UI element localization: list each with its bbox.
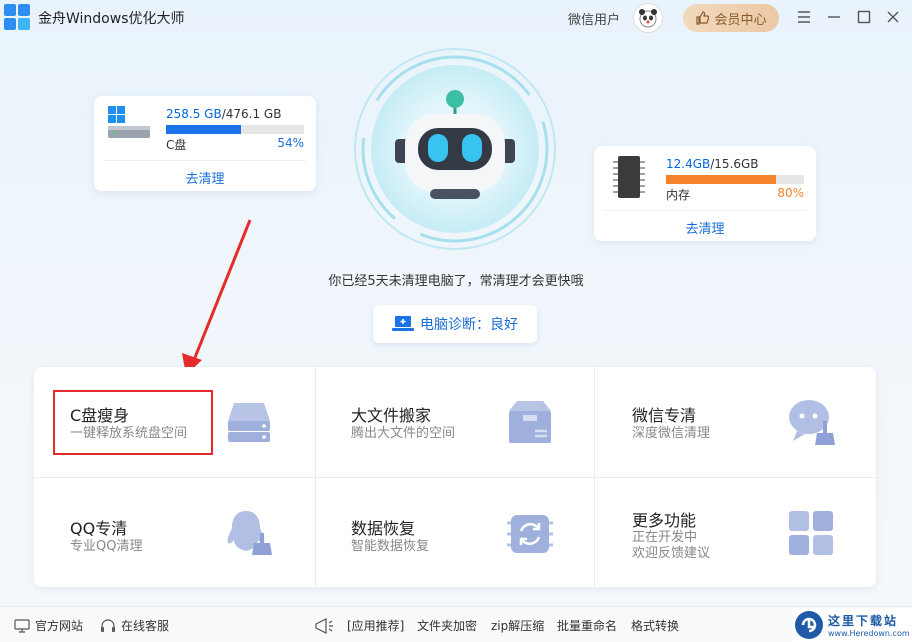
tool-subtitle: 专业QQ清理 bbox=[70, 539, 143, 554]
headset-icon bbox=[101, 618, 115, 632]
robot-mascot bbox=[350, 44, 560, 254]
c-drive-label: C盘 bbox=[166, 138, 187, 152]
tool-data-recovery[interactable]: 数据恢复 智能数据恢复 bbox=[315, 477, 594, 587]
app-recommend-label: [应用推荐] bbox=[347, 619, 405, 633]
memory-progress bbox=[666, 175, 804, 184]
tool-qq-clean[interactable]: QQ专清 专业QQ清理 bbox=[34, 477, 315, 587]
tool-subtitle: 正在开发中 bbox=[632, 530, 698, 545]
c-drive-progress bbox=[166, 125, 304, 134]
monitor-icon bbox=[14, 618, 30, 633]
c-drive-percent: 54% bbox=[277, 136, 304, 150]
watermark-title: 这里下载站 bbox=[828, 614, 899, 628]
tool-subtitle: 深度微信清理 bbox=[632, 426, 711, 441]
arrow-annotation bbox=[182, 219, 252, 375]
tool-subtitle-secondary: 欢迎反馈建议 bbox=[632, 546, 711, 561]
minimize-icon[interactable] bbox=[825, 8, 843, 26]
footer-link-batch-rename[interactable]: 批量重命名 bbox=[557, 617, 617, 634]
divider bbox=[104, 160, 306, 161]
diagnosis-status: 电脑诊断：良好 bbox=[420, 317, 518, 333]
tool-title: 数据恢复 bbox=[351, 519, 416, 538]
box-move-icon bbox=[509, 401, 551, 443]
footer-bar: 官方网站 在线客服 [应用推荐] 文件夹加密 zip解压缩 批量重命名 格式转换 bbox=[0, 606, 912, 642]
memory-label: 内存 bbox=[666, 188, 691, 202]
memory-usage: 12.4GB/15.6GB bbox=[666, 157, 759, 171]
laptop-diagnosis-icon bbox=[392, 316, 414, 331]
megaphone-icon bbox=[315, 617, 333, 634]
data-recovery-icon bbox=[507, 515, 553, 553]
c-drive-clean-button[interactable]: 去清理 bbox=[94, 168, 316, 187]
tool-title: 更多功能 bbox=[632, 511, 697, 530]
tool-title: 大文件搬家 bbox=[351, 406, 432, 425]
memory-progress-fill bbox=[666, 175, 777, 184]
avatar[interactable] bbox=[633, 3, 663, 33]
footer-link-folder-encrypt[interactable]: 文件夹加密 bbox=[417, 617, 477, 634]
footer-link-format-convert[interactable]: 格式转换 bbox=[631, 617, 679, 634]
member-center-button[interactable]: 会员中心 bbox=[683, 4, 779, 32]
grid-apps-icon bbox=[789, 511, 833, 555]
wechat-clean-icon bbox=[789, 400, 835, 445]
clean-reminder: 你已经5天未清理电脑了，常清理才会更快哦 bbox=[328, 274, 584, 289]
app-logo-icon bbox=[4, 4, 30, 30]
official-website-label: 官方网站 bbox=[35, 619, 84, 633]
tool-wechat-clean[interactable]: 微信专清 深度微信清理 bbox=[594, 367, 876, 477]
tool-large-file-move[interactable]: 大文件搬家 腾出大文件的空间 bbox=[315, 367, 594, 477]
close-icon[interactable] bbox=[884, 8, 902, 26]
memory-percent: 80% bbox=[777, 186, 804, 200]
hard-drive-icon bbox=[108, 106, 150, 138]
c-drive-progress-fill bbox=[166, 125, 241, 134]
highlight-box bbox=[53, 390, 213, 455]
app-title: 金舟Windows优化大师 bbox=[38, 11, 185, 27]
app-recommend[interactable]: [应用推荐] bbox=[314, 617, 404, 634]
title-bar: 金舟Windows优化大师 微信用户 会员中心 bbox=[0, 0, 912, 36]
memory-card: 12.4GB/15.6GB 内存 80% 去清理 bbox=[594, 146, 816, 241]
thumbs-up-icon bbox=[696, 11, 710, 25]
user-name[interactable]: 微信用户 bbox=[568, 9, 620, 28]
watermark-url: www.Heredown.com bbox=[828, 629, 910, 638]
maximize-icon[interactable] bbox=[855, 8, 873, 26]
c-drive-card: 258.5 GB/476.1 GB C盘 54% 去清理 bbox=[94, 96, 316, 191]
online-service-label: 在线客服 bbox=[121, 619, 170, 633]
disk-slim-icon bbox=[228, 403, 270, 442]
tool-title: 微信专清 bbox=[632, 406, 697, 425]
tool-more-features[interactable]: 更多功能 正在开发中 欢迎反馈建议 bbox=[594, 477, 876, 587]
footer-link-zip[interactable]: zip解压缩 bbox=[491, 617, 544, 634]
watermark-logo-icon bbox=[795, 611, 823, 639]
site-watermark: 这里下载站 www.Heredown.com bbox=[792, 608, 912, 642]
tool-subtitle: 腾出大文件的空间 bbox=[351, 426, 456, 441]
tool-subtitle: 智能数据恢复 bbox=[351, 539, 430, 554]
official-website-link[interactable]: 官方网站 bbox=[14, 617, 83, 634]
memory-chip-icon bbox=[613, 156, 645, 198]
robot-icon bbox=[354, 48, 556, 250]
qq-clean-icon bbox=[227, 511, 272, 555]
c-drive-usage: 258.5 GB/476.1 GB bbox=[166, 107, 282, 121]
divider bbox=[604, 210, 806, 211]
panda-avatar-icon bbox=[639, 9, 657, 28]
member-center-label: 会员中心 bbox=[714, 12, 767, 28]
diagnosis-button[interactable]: 电脑诊断：良好 bbox=[373, 305, 537, 343]
memory-clean-button[interactable]: 去清理 bbox=[594, 218, 816, 237]
menu-icon[interactable] bbox=[795, 8, 813, 26]
online-service-link[interactable]: 在线客服 bbox=[100, 617, 169, 634]
tool-title: QQ专清 bbox=[70, 519, 128, 538]
